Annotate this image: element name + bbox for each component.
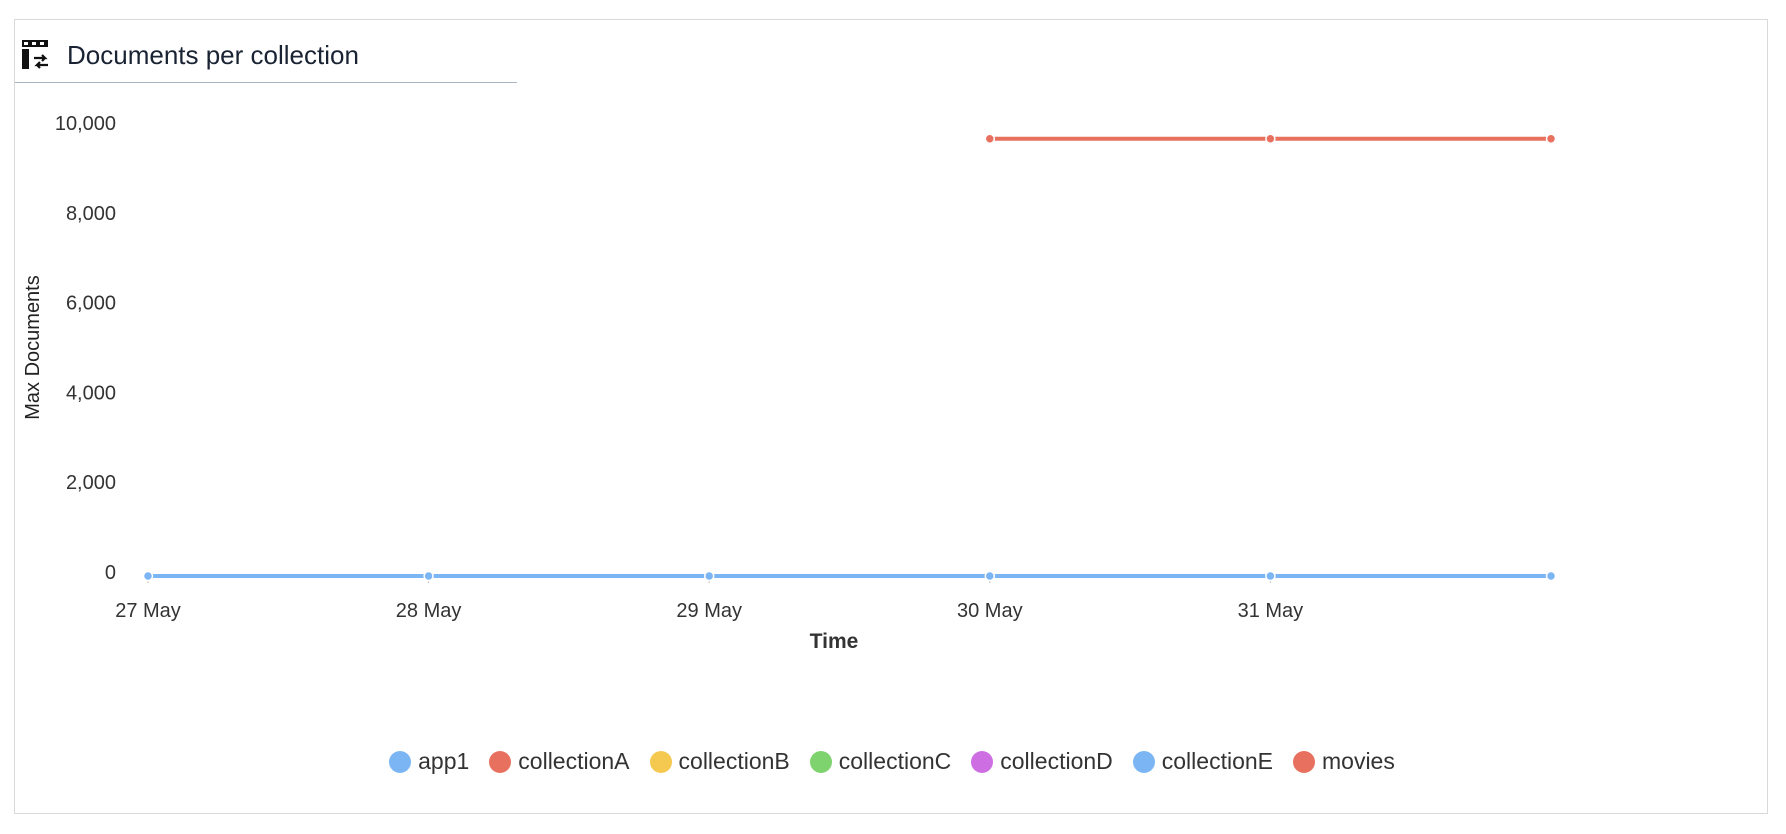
- legend-swatch: [489, 750, 512, 773]
- data-point-movies: [1265, 133, 1276, 144]
- legend-item-collectiond[interactable]: collectionD: [971, 748, 1113, 775]
- data-point-collectione: [423, 570, 434, 582]
- y-tick-label: 4,000: [66, 382, 116, 404]
- line-chart: 0 2,000 4,000 6,000 8,000 10,000 27 May 28 May 2…: [22, 113, 1557, 653]
- legend-label: collectionA: [518, 748, 630, 774]
- legend-label: movies: [1322, 748, 1395, 774]
- x-tick-label: 30 May: [957, 600, 1023, 622]
- legend-item-app1[interactable]: app1: [389, 748, 469, 775]
- legend-swatch: [1293, 750, 1315, 773]
- data-point-collectione: [142, 570, 154, 582]
- x-axis-title: Time: [810, 630, 859, 653]
- y-tick-label: 6,000: [66, 293, 116, 315]
- legend-swatch: [1132, 750, 1155, 773]
- legend-swatch: [971, 750, 994, 773]
- legend-label: collectionB: [678, 748, 790, 774]
- y-axis-title: Max Documents: [22, 275, 44, 420]
- legend-label: collectionE: [1161, 748, 1273, 774]
- legend-label: app1: [418, 748, 470, 774]
- legend-label: collectionC: [838, 748, 952, 774]
- x-tick-label: 27 May: [115, 600, 181, 622]
- legend-item-collectione[interactable]: collectionE: [1132, 748, 1273, 775]
- y-tick-label: 0: [105, 562, 116, 584]
- y-tick-label: 10,000: [55, 113, 116, 135]
- legend-swatch: [649, 750, 672, 773]
- x-tick-label: 29 May: [676, 600, 742, 622]
- legend-item-collectionc[interactable]: collectionC: [809, 748, 952, 775]
- x-tick-label: 31 May: [1238, 600, 1304, 622]
- legend-swatch: [389, 750, 412, 773]
- legend-swatch: [809, 750, 832, 773]
- data-point-collectione: [703, 570, 715, 582]
- legend-label: collectionD: [1000, 748, 1113, 774]
- data-point-movies: [1545, 133, 1557, 144]
- chart-legend: app1 collectionA collectionB collectionC col…: [15, 748, 1769, 775]
- legend-item-movies[interactable]: movies: [1293, 748, 1395, 775]
- legend-item-collectiona[interactable]: collectionA: [489, 748, 630, 775]
- legend-item-collectionb[interactable]: collectionB: [649, 748, 790, 775]
- data-point-collectione: [1545, 570, 1557, 582]
- y-tick-label: 8,000: [66, 203, 116, 225]
- y-tick-label: 2,000: [66, 472, 116, 494]
- data-point-collectione: [984, 570, 996, 582]
- chart-panel: Documents per collection 0 2,000 4,000 6,00…: [14, 19, 1768, 814]
- data-point-collectione: [1265, 570, 1276, 582]
- x-tick-label: 28 May: [396, 600, 462, 622]
- data-point-movies: [984, 133, 996, 144]
